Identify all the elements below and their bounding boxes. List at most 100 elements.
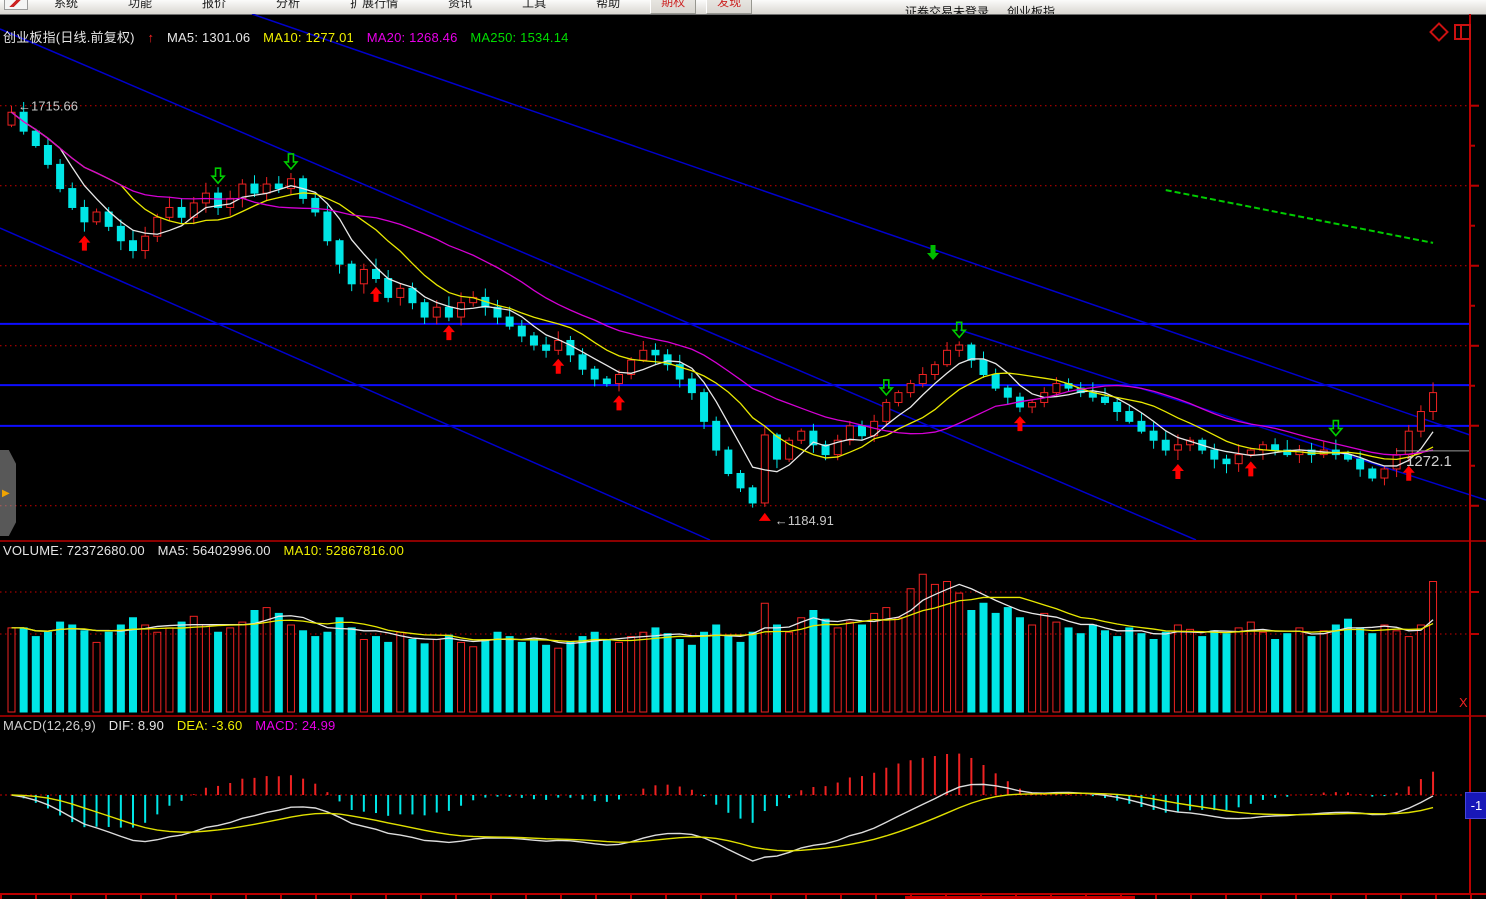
- menu-item-functions[interactable]: 功能: [128, 0, 152, 11]
- sell-signal-arrow: [1330, 421, 1342, 436]
- candle: [44, 146, 51, 165]
- menu-item-news[interactable]: 资讯: [448, 0, 472, 11]
- volume-bar: [1247, 622, 1254, 712]
- main-chart-panel[interactable]: ←1715.66←1184.911272.1: [0, 14, 1486, 540]
- split-window-icon[interactable]: [1454, 24, 1471, 40]
- volume-bar: [761, 603, 768, 712]
- candle: [1029, 402, 1036, 407]
- volume-bar: [773, 625, 780, 712]
- menu-item-quotes[interactable]: 报价: [202, 0, 226, 11]
- volume-bar: [324, 632, 331, 712]
- candle: [701, 393, 708, 422]
- volume-bar: [8, 628, 15, 712]
- volume-bar: [1235, 628, 1242, 712]
- volume-bar: [895, 618, 902, 712]
- candle: [421, 303, 428, 317]
- volume-bar: [737, 642, 744, 712]
- volume-bar: [956, 593, 963, 712]
- volume-bar: [385, 642, 392, 712]
- menu-item-analysis[interactable]: 分析: [276, 0, 300, 11]
- panel-close-x[interactable]: X: [1459, 695, 1468, 710]
- volume-bar: [579, 637, 586, 712]
- low-marker-triangle: [759, 513, 771, 521]
- volume-bar: [1199, 637, 1206, 712]
- volume-bar: [1053, 622, 1060, 712]
- buy-signal-arrow: [1014, 416, 1026, 431]
- candle: [360, 269, 367, 283]
- candle: [1417, 412, 1424, 432]
- volume-bar: [1259, 632, 1266, 712]
- ma250-readout: MA250: 1534.14: [470, 30, 568, 45]
- volume-bar: [859, 625, 866, 712]
- volume-bar: [567, 642, 574, 712]
- macd-params-label: MACD(12,26,9): [3, 718, 96, 733]
- ma10-line: [12, 112, 1434, 459]
- volume-bar: [57, 622, 64, 712]
- volume-panel[interactable]: [0, 540, 1486, 715]
- volume-bar: [421, 644, 428, 712]
- volume-bar: [1138, 634, 1145, 712]
- candle: [251, 184, 258, 193]
- candle: [579, 355, 586, 369]
- volume-bar: [69, 625, 76, 712]
- candle: [1211, 450, 1218, 459]
- volume-bar: [530, 640, 537, 713]
- dif-line: [12, 784, 1434, 861]
- volume-bar: [1174, 625, 1181, 712]
- volume-bar: [20, 628, 27, 712]
- menu-item-options[interactable]: 期权: [650, 0, 696, 14]
- candle: [506, 317, 513, 326]
- buy-signal-arrow: [443, 325, 455, 340]
- candle: [944, 350, 951, 364]
- candle: [980, 360, 987, 374]
- volume-bar: [725, 637, 732, 712]
- diamond-icon[interactable]: [1429, 22, 1449, 42]
- volume-bar: [397, 632, 404, 712]
- buy-signal-arrow: [613, 395, 625, 410]
- volume-bar: [506, 637, 513, 712]
- volume-bar: [1405, 637, 1412, 712]
- menu-item-help[interactable]: 帮助: [596, 0, 620, 11]
- menu-item-discover[interactable]: 发现: [706, 0, 752, 14]
- volume-bar: [1223, 634, 1230, 712]
- volume-ma5-readout: MA5: 56402996.00: [158, 543, 271, 558]
- candle: [178, 207, 185, 217]
- volume-bar: [348, 628, 355, 712]
- candle: [919, 374, 926, 383]
- volume-bar: [834, 628, 841, 712]
- volume-bar: [968, 611, 975, 713]
- volume-bar: [591, 632, 598, 712]
- panel-expand-handle[interactable]: ▶: [0, 450, 16, 536]
- menu-item-system[interactable]: 系统: [54, 0, 78, 11]
- chart-title[interactable]: 创业板指(日线.前复权): [3, 30, 135, 45]
- macd-panel[interactable]: [0, 715, 1486, 893]
- chart-corner-tools: [1432, 24, 1471, 40]
- candle: [798, 431, 805, 440]
- volume-bar: [251, 611, 258, 713]
- app-logo-icon[interactable]: [4, 0, 28, 10]
- volume-bar: [287, 625, 294, 712]
- candle: [688, 379, 695, 393]
- volume-bar: [518, 642, 525, 712]
- volume-bar: [1187, 629, 1194, 712]
- candle: [93, 212, 100, 222]
- volume-bar: [616, 642, 623, 712]
- volume-bar: [1369, 634, 1376, 712]
- menu-item-tools[interactable]: 工具: [522, 0, 546, 11]
- volume-bar: [822, 619, 829, 712]
- candle: [1369, 469, 1376, 478]
- time-axis-ticks: [0, 895, 1486, 899]
- volume-bar: [1016, 618, 1023, 712]
- menu-item-extended-quotes[interactable]: 扩展行情: [350, 0, 398, 11]
- volume-bar: [494, 632, 501, 712]
- candle: [166, 207, 173, 217]
- candle: [737, 473, 744, 487]
- volume-bar: [105, 632, 112, 712]
- volume-bar: [409, 640, 416, 713]
- candle: [530, 336, 537, 345]
- candle: [603, 379, 610, 384]
- candle: [1162, 440, 1169, 450]
- candle: [81, 207, 88, 221]
- volume-bar: [640, 632, 647, 712]
- time-axis[interactable]: [0, 893, 1486, 899]
